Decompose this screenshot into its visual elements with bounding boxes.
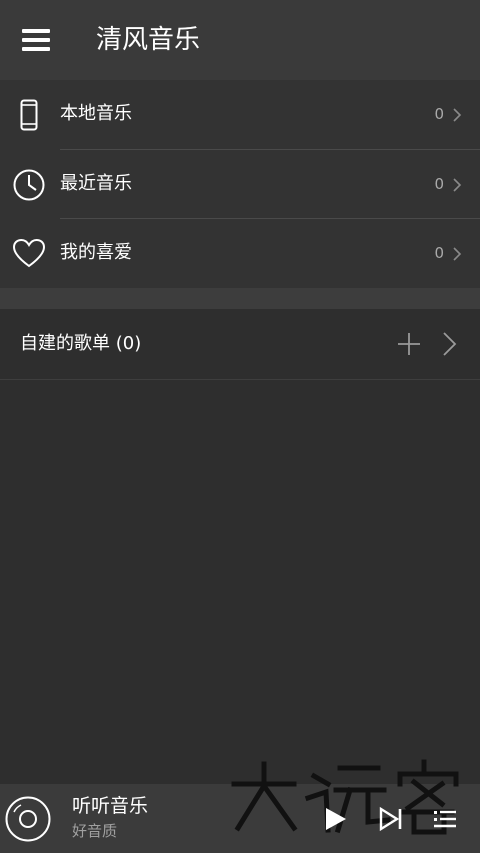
menu-item-recent-music[interactable]: 最近音乐 0	[0, 150, 480, 219]
menu-item-label: 本地音乐	[60, 103, 132, 124]
phone-icon	[20, 99, 38, 131]
heart-icon	[12, 238, 46, 268]
custom-playlists-row[interactable]: 自建的歌单 (0)	[0, 309, 480, 380]
disc-icon[interactable]	[5, 796, 51, 842]
top-app-bar: 清风音乐	[0, 0, 480, 80]
menu-line	[22, 38, 50, 42]
menu-line	[22, 47, 50, 51]
chevron-right-icon[interactable]	[440, 331, 458, 357]
track-subtitle: 好音质	[72, 822, 118, 840]
section-separator	[0, 288, 480, 309]
plus-icon[interactable]	[396, 331, 422, 357]
menu-item-label: 我的喜爱	[60, 242, 132, 263]
hamburger-menu-button[interactable]	[14, 20, 58, 60]
menu-item-count: 0	[434, 105, 444, 123]
menu-line	[22, 29, 50, 33]
mini-player[interactable]: 听听音乐 好音质	[0, 784, 480, 853]
playlists-label: 自建的歌单 (0)	[20, 333, 142, 354]
play-icon[interactable]	[322, 806, 348, 832]
chevron-right-icon	[453, 247, 462, 261]
skip-next-icon[interactable]	[378, 806, 404, 832]
chevron-right-icon	[453, 178, 462, 192]
chevron-right-icon	[453, 108, 462, 122]
app-title: 清风音乐	[96, 25, 201, 55]
menu-item-local-music[interactable]: 本地音乐 0	[0, 80, 480, 149]
menu-item-count: 0	[434, 175, 444, 193]
menu-item-favorites[interactable]: 我的喜爱 0	[0, 219, 480, 288]
clock-icon	[13, 169, 45, 201]
menu-item-count: 0	[434, 244, 444, 262]
menu-item-label: 最近音乐	[60, 173, 132, 194]
playlist-queue-icon[interactable]	[432, 806, 458, 832]
library-menu: 本地音乐 0 最近音乐 0 我的喜爱 0	[0, 80, 480, 288]
track-title: 听听音乐	[72, 795, 149, 817]
